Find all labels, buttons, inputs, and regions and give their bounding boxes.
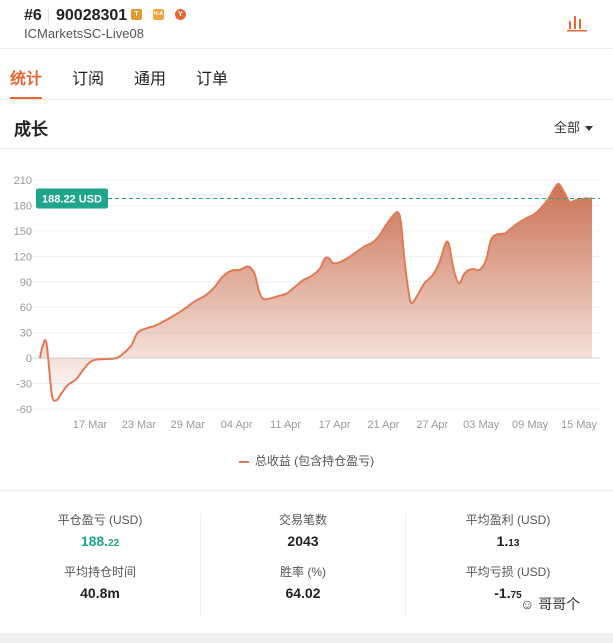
account-number: 90028301 <box>56 7 128 24</box>
rank-label: #6 <box>24 7 42 24</box>
badge-y-icon: Y <box>175 9 186 20</box>
legend-line-icon <box>238 460 249 463</box>
x-tick-label: 27 Apr <box>416 419 448 431</box>
stat-value: 40.8m <box>80 585 120 601</box>
tab-stats[interactable]: 统计 <box>10 65 42 89</box>
tab-orders[interactable]: 订单 <box>196 65 228 89</box>
stat-label: 平均持仓时间 <box>63 565 136 579</box>
tab-general[interactable]: 通用 <box>134 65 166 89</box>
y-tick-label: -30 <box>16 379 32 391</box>
stat-value: 64.02 <box>285 585 321 601</box>
badge-ha-icon: H-A <box>153 9 164 20</box>
stat-value: 188.22 <box>0 533 200 549</box>
stat-label: 交易笔数 <box>278 513 327 527</box>
column-divider <box>200 513 201 617</box>
stat-closed-pnl: 平仓盈亏 (USD) 188.22 <box>0 511 200 549</box>
footer-bar <box>0 633 613 643</box>
stat-label: 胜率 (%) <box>280 565 326 579</box>
stat-value: 2043 <box>287 533 319 549</box>
active-tab-indicator <box>10 97 42 99</box>
stat-value: 1.13 <box>408 533 608 549</box>
y-tick-label: 120 <box>14 251 32 263</box>
account-header: #6 90028301 T H-A Y ICMarketsSC-Live08 <box>0 0 613 48</box>
stat-avg-hold: 平均持仓时间 40.8m <box>0 563 200 601</box>
stat-value-main: 188. <box>80 533 109 549</box>
y-tick-label: 0 <box>26 353 32 365</box>
range-label: 全部 <box>554 120 581 135</box>
current-value-label: 188.22 USD <box>42 193 102 205</box>
chart-legend: 总收益 (包含持仓盈亏) <box>0 452 613 469</box>
stat-value-decimal: 22 <box>108 538 120 549</box>
bar-chart-icon[interactable] <box>566 12 588 32</box>
badge-t-icon: T <box>131 9 142 20</box>
stat-label: 平均盈利 (USD) <box>465 513 551 527</box>
x-tick-label: 23 Mar <box>122 419 157 431</box>
stat-value-decimal: 13 <box>508 538 520 549</box>
y-tick-label: 180 <box>14 200 32 212</box>
stat-trades: 交易笔数 2043 <box>203 511 403 549</box>
x-tick-label: 17 Mar <box>73 419 108 431</box>
y-tick-label: -60 <box>16 404 32 416</box>
x-tick-label: 29 Mar <box>171 419 206 431</box>
stat-label: 平均亏损 (USD) <box>465 565 551 579</box>
x-tick-label: 03 May <box>463 419 500 431</box>
growth-chart: 210 180 150 120 90 60 30 0 -30 -60 17 Mar 23 Mar 29 … <box>14 175 600 431</box>
series-area <box>40 184 592 401</box>
growth-title: 成长 <box>14 120 48 139</box>
y-tick-label: 210 <box>14 175 32 187</box>
stat-value-main: -1. <box>494 585 511 601</box>
range-dropdown[interactable]: 全部 <box>554 117 594 136</box>
stat-value-main: 1. <box>496 533 509 549</box>
watermark-text: 哥哥个 <box>538 596 581 612</box>
watermark: ☺ 哥哥个 <box>520 596 581 612</box>
header-divider <box>48 9 49 23</box>
stat-avg-profit: 平均盈利 (USD) 1.13 <box>408 511 608 549</box>
x-tick-label: 17 Apr <box>319 419 351 431</box>
y-tick-label: 90 <box>20 277 32 289</box>
y-tick-label: 30 <box>20 328 32 340</box>
x-tick-label: 21 Apr <box>367 419 399 431</box>
caret-down-icon <box>585 126 594 132</box>
x-tick-label: 11 Apr <box>270 419 301 431</box>
x-tick-label: 15 May <box>561 419 598 431</box>
stat-label: 平仓盈亏 (USD) <box>57 513 143 527</box>
y-tick-label: 150 <box>14 226 32 238</box>
x-tick-label: 04 Apr <box>221 419 253 431</box>
stats-panel: 平仓盈亏 (USD) 188.22 交易笔数 2043 平均盈利 (USD) 1… <box>0 491 613 631</box>
growth-section-header: 成长 全部 <box>0 101 613 149</box>
stat-win-rate: 胜率 (%) 64.02 <box>203 563 403 601</box>
tab-subscribe[interactable]: 订阅 <box>72 65 104 89</box>
x-tick-label: 09 May <box>512 419 549 431</box>
tab-bar: 统计 订阅 通用 订单 <box>0 48 613 100</box>
column-divider <box>405 513 406 617</box>
y-tick-label: 60 <box>20 302 32 314</box>
legend-label: 总收益 (包含持仓盈亏) <box>254 454 375 468</box>
server-name: ICMarketsSC-Live08 <box>24 26 144 41</box>
